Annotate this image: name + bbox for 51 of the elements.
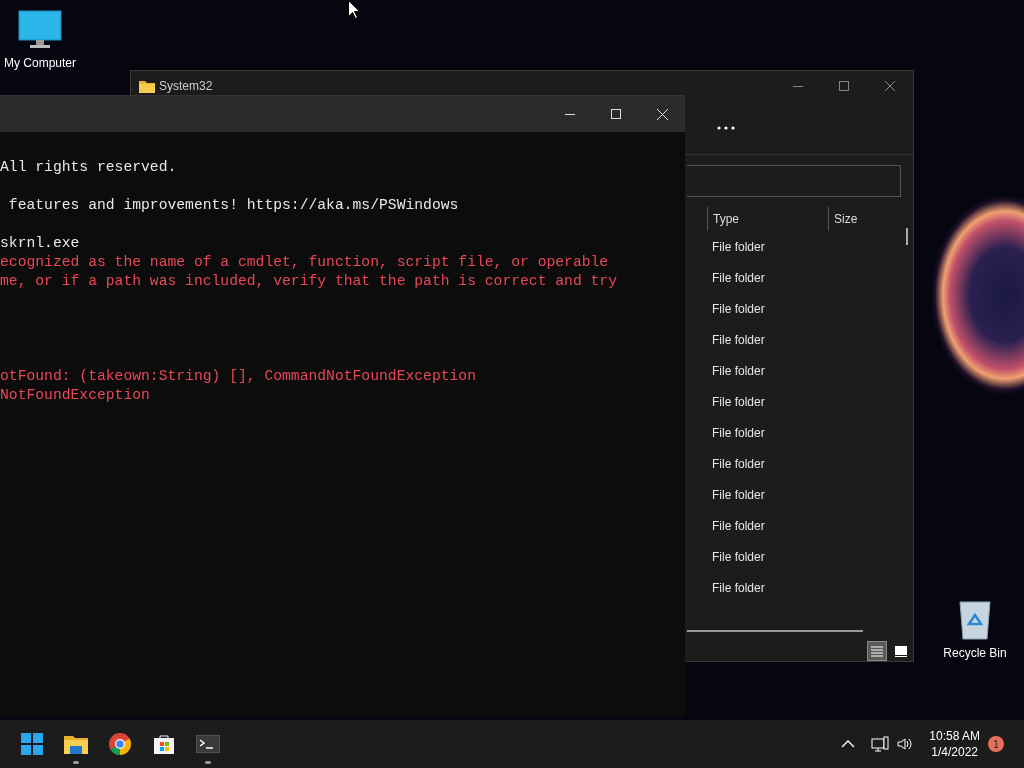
error-output-line: me, or if a path was included, verify that the path is correct and try [0,272,618,291]
console-output-line: skrnl.exe [0,234,81,253]
folder-icon [64,734,88,754]
browser-logo-icon [109,733,131,755]
minimize-icon [793,85,803,87]
list-lines-icon [870,645,884,657]
tile-icon [894,645,908,657]
windows-logo-icon [21,733,43,755]
recycle-bin-icon [957,598,993,640]
column-header[interactable]: Size [828,207,898,231]
table-cell-text: File folder [712,424,765,442]
network-icon[interactable] [871,736,890,752]
minimize-icon [565,113,575,115]
horizontal-scrollbar[interactable] [687,630,863,632]
table-cell-text: File folder [712,455,765,473]
table-cell-text: File folder [712,486,765,504]
shopping-bag-icon [153,733,175,755]
desktop-icon-label[interactable]: My Computer [4,54,76,72]
terminal-icon [196,735,220,753]
window-title: System32 [159,78,213,95]
console-output-line: features and improvements! https://aka.ms/PSWindows [7,196,460,215]
error-output-line: ecognized as the name of a cmdlet, function, script file, or operable [0,253,610,272]
mouse-pointer-icon [348,0,360,19]
desktop-icon-label[interactable]: Recycle Bin [943,644,1007,662]
table-cell-text: File folder [712,579,765,597]
ellipsis-icon [717,126,735,131]
maximize-icon [611,109,621,119]
notification-badge[interactable]: 1 [988,736,1004,752]
close-icon [656,108,668,120]
scrollbar-thumb[interactable] [906,228,908,245]
maximize-icon [839,81,849,91]
error-output-line: otFound: (takeown:String) [], CommandNotFoundException [0,367,477,386]
table-cell-text: File folder [712,269,765,287]
clock-time[interactable]: 10:58 AM [929,728,980,744]
chevron-up-icon[interactable] [841,740,856,748]
error-output-line: NotFoundException [0,386,151,405]
table-cell-text: File folder [712,362,765,380]
table-cell-text: File folder [712,238,765,256]
speaker-icon[interactable] [897,737,914,751]
table-cell-text: File folder [712,548,765,566]
monitor-icon [18,10,62,50]
search-field[interactable] [687,165,901,197]
table-cell-text: File folder [712,300,765,318]
table-cell-text: File folder [712,517,765,535]
folder-icon [139,79,155,93]
table-cell-text: File folder [712,393,765,411]
clock-date[interactable]: 1/4/2022 [929,744,980,760]
close-icon [885,81,895,91]
console-output-line: All rights reserved. [0,158,178,177]
column-header[interactable]: Type [707,207,828,231]
table-cell-text: File folder [712,331,765,349]
